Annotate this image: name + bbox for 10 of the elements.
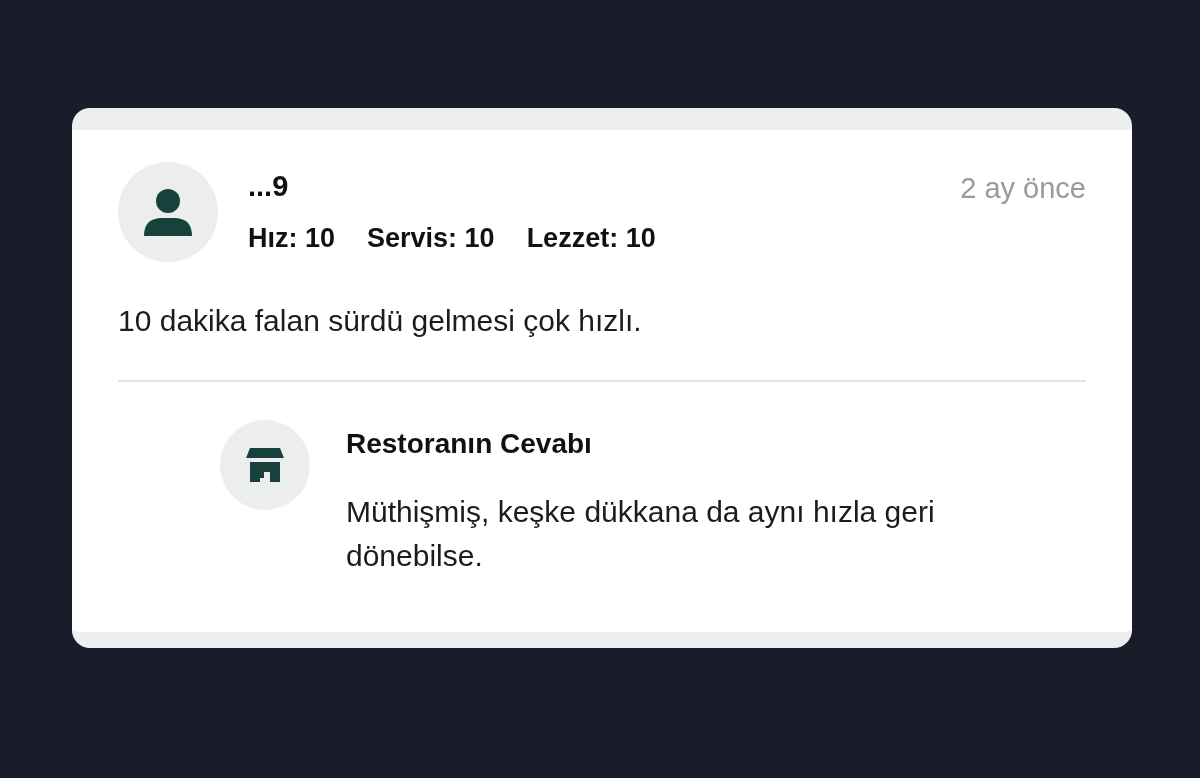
rating-score: Servis: 10 xyxy=(367,223,495,254)
rating-score: Hız: 10 xyxy=(248,223,336,254)
person-icon xyxy=(142,188,194,236)
review-text: 10 dakika falan sürdü gelmesi çok hızlı. xyxy=(118,304,643,338)
rating-score: Lezzet: 10 xyxy=(526,223,656,254)
author-name: ...9 xyxy=(248,170,290,203)
reply-title: Restoranın Cevabı xyxy=(346,428,593,460)
store-icon xyxy=(246,448,284,482)
reply-text: Müthişmiş, keşke dükkana da aynı hızla geri dönebilse. xyxy=(346,494,936,574)
review-time: 2 ay önce xyxy=(960,171,1086,205)
